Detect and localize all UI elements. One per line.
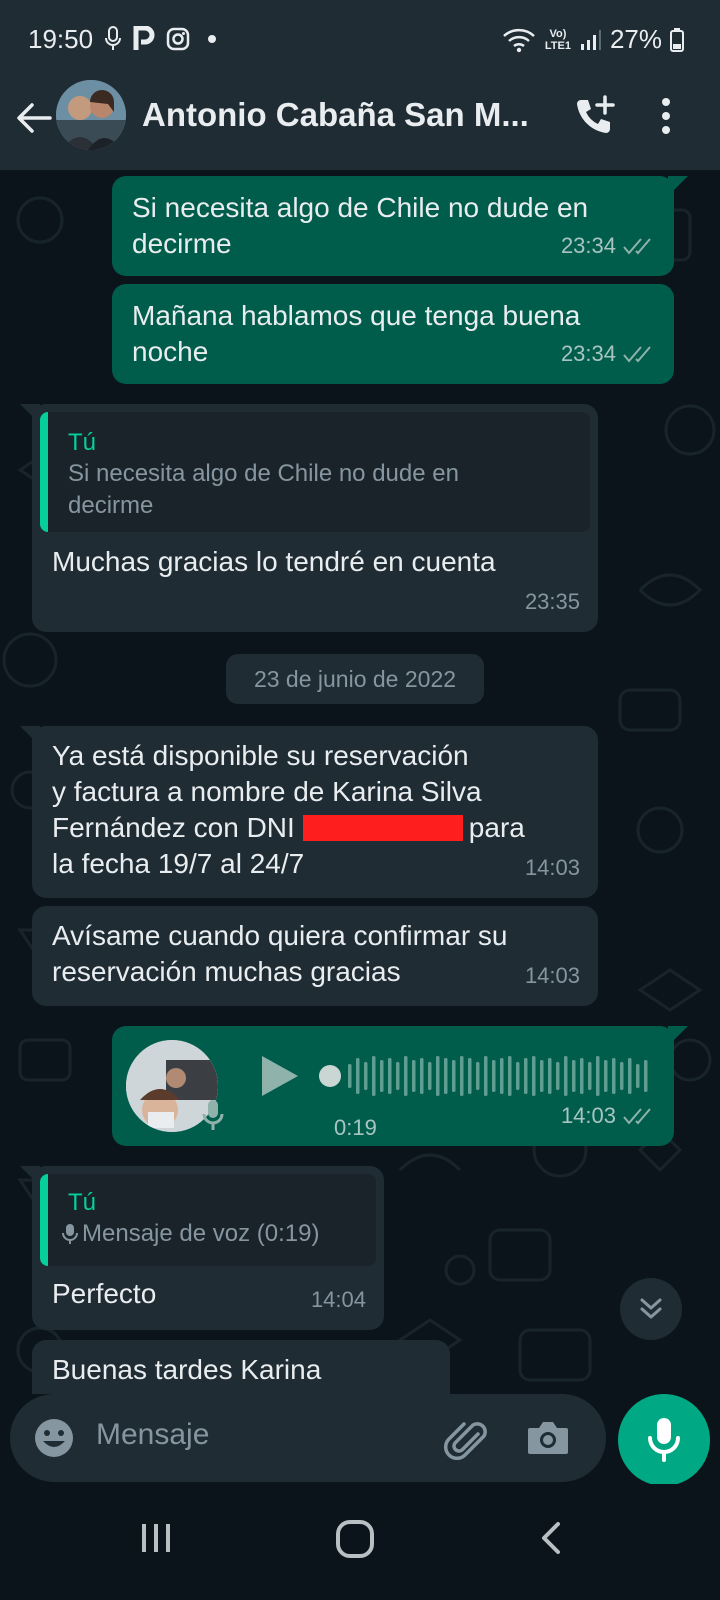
voice-waveform[interactable] — [318, 1048, 658, 1104]
message-meta: 14:03 — [561, 1098, 656, 1134]
status-system-icons: Vo) LTE1 27% — [502, 24, 684, 55]
outgoing-message[interactable]: Si necesita algo de Chile no dude en dec… — [112, 176, 674, 276]
recent-apps-icon[interactable] — [136, 1518, 176, 1558]
quote-author: Tú — [68, 429, 97, 456]
message-meta: 23:34 — [561, 228, 656, 264]
quoted-message[interactable]: Tú Mensaje de voz (0:19) — [40, 1174, 376, 1266]
status-notification-icons — [104, 26, 224, 52]
message-text-part: para — [468, 812, 525, 843]
voice-record-button[interactable] — [618, 1394, 710, 1486]
more-vertical-icon[interactable] — [660, 96, 672, 136]
quoted-message[interactable]: Tú Si necesita algo de Chile no dude en … — [40, 412, 590, 532]
message-time: 14:03 — [560, 1103, 616, 1128]
status-time: 19:50 — [28, 24, 94, 54]
parking-icon — [133, 26, 155, 50]
bubble-tail — [668, 176, 688, 196]
bubble-tail — [20, 1166, 40, 1186]
message-meta: 14:03 — [525, 850, 580, 886]
mic-status-icon — [105, 26, 121, 50]
double-check-icon — [623, 1108, 651, 1125]
back-arrow-icon[interactable] — [14, 98, 54, 138]
contact-avatar[interactable] — [56, 80, 126, 150]
incoming-message[interactable]: Avísame cuando quiera confirmar su reser… — [32, 906, 598, 1006]
message-time: 23:34 — [560, 233, 616, 258]
voice-mic-icon — [202, 1100, 224, 1130]
mic-icon — [648, 1418, 680, 1462]
scroll-to-bottom-button[interactable] — [620, 1278, 682, 1340]
quote-accent-bar — [40, 1174, 48, 1266]
wifi-icon — [503, 28, 535, 52]
battery-icon — [670, 27, 684, 52]
avatar-photo — [56, 80, 126, 150]
camera-icon[interactable] — [526, 1416, 570, 1460]
message-text: Buenas tardes Karina — [52, 1354, 322, 1385]
bubble-tail — [668, 1026, 688, 1046]
status-bar: 19:50 Vo) LTE1 27% — [0, 0, 720, 80]
quote-author: Tú — [68, 1189, 97, 1216]
date-separator: 23 de junio de 2022 — [226, 654, 484, 704]
message-text: Avísame cuando quiera confirmar su reser… — [52, 920, 508, 987]
instagram-icon — [166, 27, 190, 51]
paperclip-icon[interactable] — [440, 1414, 488, 1462]
double-check-icon — [623, 238, 651, 255]
emoji-icon[interactable] — [32, 1416, 76, 1460]
message-text: Muchas gracias lo tendré en cuenta — [52, 546, 496, 577]
incoming-message[interactable]: Ya está disponible su reservación y fact… — [32, 726, 598, 898]
mic-icon — [62, 1224, 78, 1244]
quote-voice-line: Mensaje de voz (0:19) — [62, 1218, 358, 1250]
play-icon[interactable] — [260, 1054, 300, 1098]
voice-duration: 0:19 — [334, 1115, 377, 1140]
bubble-tail — [20, 404, 40, 424]
message-time: 14:04 — [310, 1287, 366, 1312]
incoming-message[interactable]: Tú Mensaje de voz (0:19) Perfecto 14:04 — [32, 1166, 384, 1330]
double-chevron-down-icon — [640, 1298, 662, 1319]
message-composer: Mensaje — [0, 1394, 720, 1486]
chat-area[interactable]: Si necesita algo de Chile no dude en dec… — [0, 170, 720, 1394]
outgoing-voice-message[interactable]: 0:19 14:03 — [112, 1026, 674, 1146]
message-text-part: la fecha 19/7 al 24/7 — [52, 848, 305, 879]
incoming-message-partial[interactable]: Buenas tardes Karina — [32, 1340, 450, 1394]
double-check-icon — [623, 346, 651, 363]
contact-name[interactable]: Antonio Cabaña San M... — [142, 96, 529, 134]
message-time: 23:34 — [560, 341, 616, 366]
message-meta: 23:34 — [561, 336, 656, 372]
quote-text: Si necesita algo de Chile no dude en dec… — [68, 460, 459, 519]
outgoing-message[interactable]: Mañana hablamos que tenga buena noche 23… — [112, 284, 674, 384]
dot-icon — [208, 35, 216, 43]
chat-header: Antonio Cabaña San M... — [0, 80, 720, 170]
message-input-box[interactable]: Mensaje — [10, 1394, 606, 1482]
message-input-placeholder[interactable]: Mensaje — [96, 1418, 209, 1452]
network-label: Vo) LTE1 — [544, 27, 571, 52]
incoming-message[interactable]: Tú Si necesita algo de Chile no dude en … — [32, 404, 598, 632]
system-navigation-bar — [0, 1484, 720, 1600]
redaction-box — [302, 814, 463, 841]
quote-text: Mensaje de voz (0:19) — [82, 1220, 320, 1247]
add-call-icon[interactable] — [572, 94, 616, 138]
home-icon[interactable] — [334, 1518, 376, 1560]
message-meta: 23:35 — [525, 584, 580, 620]
message-meta: 14:04 — [311, 1282, 366, 1318]
message-meta: 14:03 — [525, 958, 580, 994]
message-time: 14:03 — [524, 855, 580, 880]
battery-percentage: 27% — [609, 24, 662, 54]
quote-accent-bar — [40, 412, 48, 532]
bubble-tail — [20, 726, 40, 746]
message-time: 14:03 — [524, 963, 580, 988]
message-time: 23:35 — [524, 589, 580, 614]
signal-icon — [580, 29, 601, 50]
back-nav-icon[interactable] — [536, 1518, 566, 1558]
message-text: Ya está disponible su reservación y fact… — [52, 738, 578, 882]
